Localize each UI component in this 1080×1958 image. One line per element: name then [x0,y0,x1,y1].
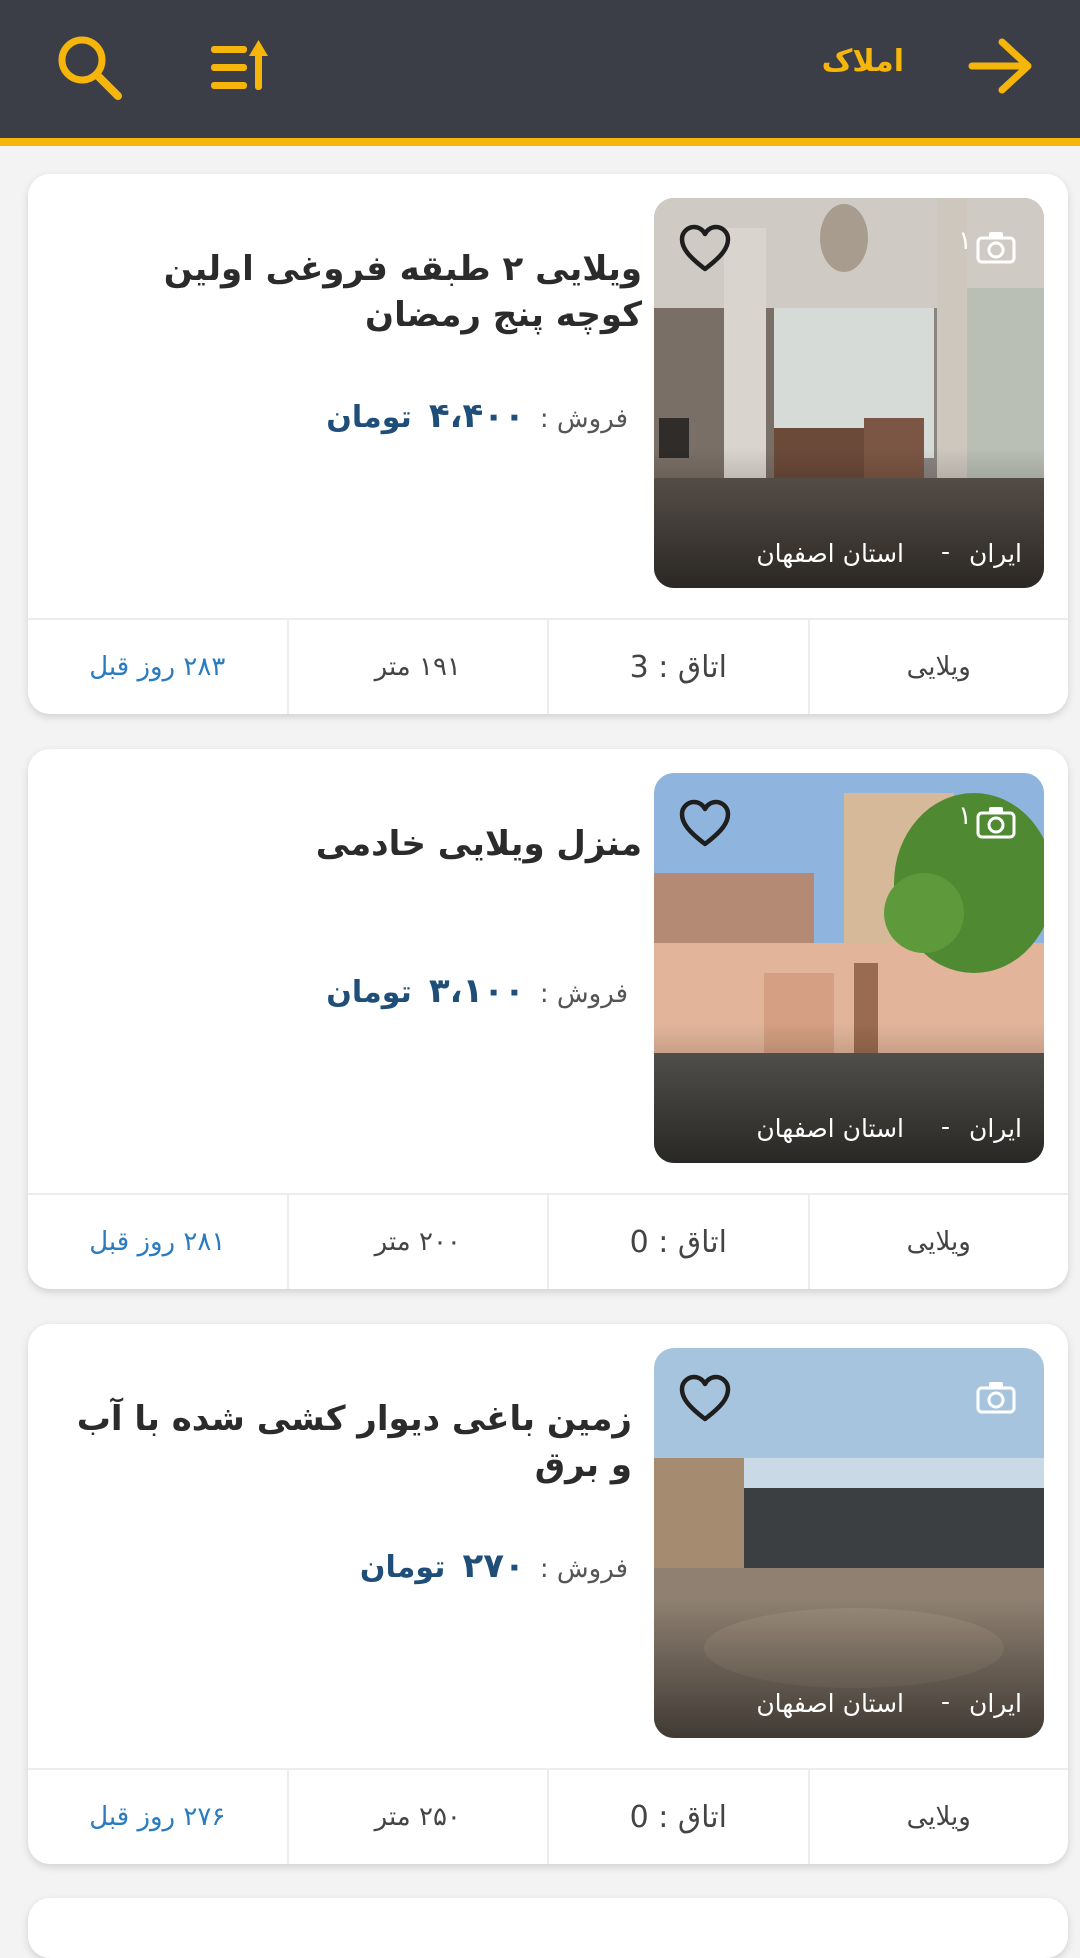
camera-icon [976,1382,1016,1414]
listing-photo[interactable]: ایران - استان اصفهان [654,1348,1044,1738]
favorite-heart-icon[interactable] [678,799,732,849]
listing-card[interactable]: ۱ ایران - استان اصفهان منزل ویلایی خادمی… [28,749,1068,1289]
sort-icon[interactable] [205,32,281,104]
listing-rooms: اتاق : 0 [547,1770,808,1864]
photo-count: ۱ [958,226,972,256]
listing-type: ویلایی [807,620,1069,714]
listing-title[interactable]: منزل ویلایی خادمی [82,821,642,867]
sale-label: فروش : [539,404,628,434]
price-row: فروش : ۲۷۰ تومان [360,1546,628,1586]
listing-card[interactable]: ایران - استان اصفهان زمین باغی دیوار کشی… [28,1324,1068,1864]
location-province: استان اصفهان [756,1689,904,1718]
price-row: فروش : ۴،۴۰۰ تومان [326,396,628,436]
price-value: ۲۷۰ [462,1546,525,1586]
sale-label: فروش : [539,1554,628,1584]
listing-age: ۲۷۶ روز قبل [89,1802,226,1832]
page-title: املاک [821,44,904,79]
camera-icon [976,807,1016,839]
listing-age: ۲۸۱ روز قبل [89,1227,226,1257]
favorite-heart-icon[interactable] [678,224,732,274]
listing-photo[interactable]: ۱ ایران - استان اصفهان [654,198,1044,588]
listing-card[interactable]: ۱ ایران - استان اصفهان ویلایی ۲ طبقه فرو… [28,174,1068,714]
currency-label: تومان [359,1550,446,1585]
favorite-heart-icon[interactable] [678,1374,732,1424]
currency-label: تومان [326,400,412,435]
search-icon[interactable] [52,30,128,106]
price-value: ۳،۱۰۰ [428,971,525,1011]
location-separator: - [940,537,950,566]
listing-area: ۱۹۱ متر [286,620,548,714]
currency-label: تومان [326,975,412,1010]
listing-area: ۲۵۰ متر [286,1770,548,1864]
listing-details: ۲۷۶ روز قبل ۲۵۰ متر اتاق : 0 ویلایی [28,1768,1068,1864]
camera-icon [976,232,1016,264]
listing-type: ویلایی [807,1195,1069,1289]
app-bar: املاک [0,0,1080,146]
price-row: فروش : ۳،۱۰۰ تومان [326,971,628,1011]
location-province: استان اصفهان [756,539,904,568]
location-separator: - [940,1112,950,1141]
location-country: ایران [968,539,1022,568]
listing-age: ۲۸۳ روز قبل [89,652,226,682]
location-country: ایران [968,1114,1022,1143]
photo-count: ۱ [958,801,972,831]
location-province: استان اصفهان [756,1114,904,1143]
location-country: ایران [968,1689,1022,1718]
listing-details: ۲۸۳ روز قبل ۱۹۱ متر اتاق : 3 ویلایی [28,618,1068,714]
listing-rooms: اتاق : 0 [547,1195,808,1289]
listing-area: ۲۰۰ متر [286,1195,548,1289]
listing-type: ویلایی [807,1770,1069,1864]
back-arrow-icon[interactable] [966,34,1036,98]
listing-rooms: اتاق : 3 [547,620,808,714]
listing-card-partial[interactable] [28,1898,1068,1958]
sale-label: فروش : [539,979,628,1009]
listing-title[interactable]: زمین باغی دیوار کشی شده با آب و برق [72,1396,632,1488]
price-value: ۴،۴۰۰ [428,396,525,436]
listing-details: ۲۸۱ روز قبل ۲۰۰ متر اتاق : 0 ویلایی [28,1193,1068,1289]
location-separator: - [940,1687,950,1716]
listing-title[interactable]: ویلایی ۲ طبقه فروغی اولین کوچه پنج رمضان [82,246,642,338]
listing-photo[interactable]: ۱ ایران - استان اصفهان [654,773,1044,1163]
